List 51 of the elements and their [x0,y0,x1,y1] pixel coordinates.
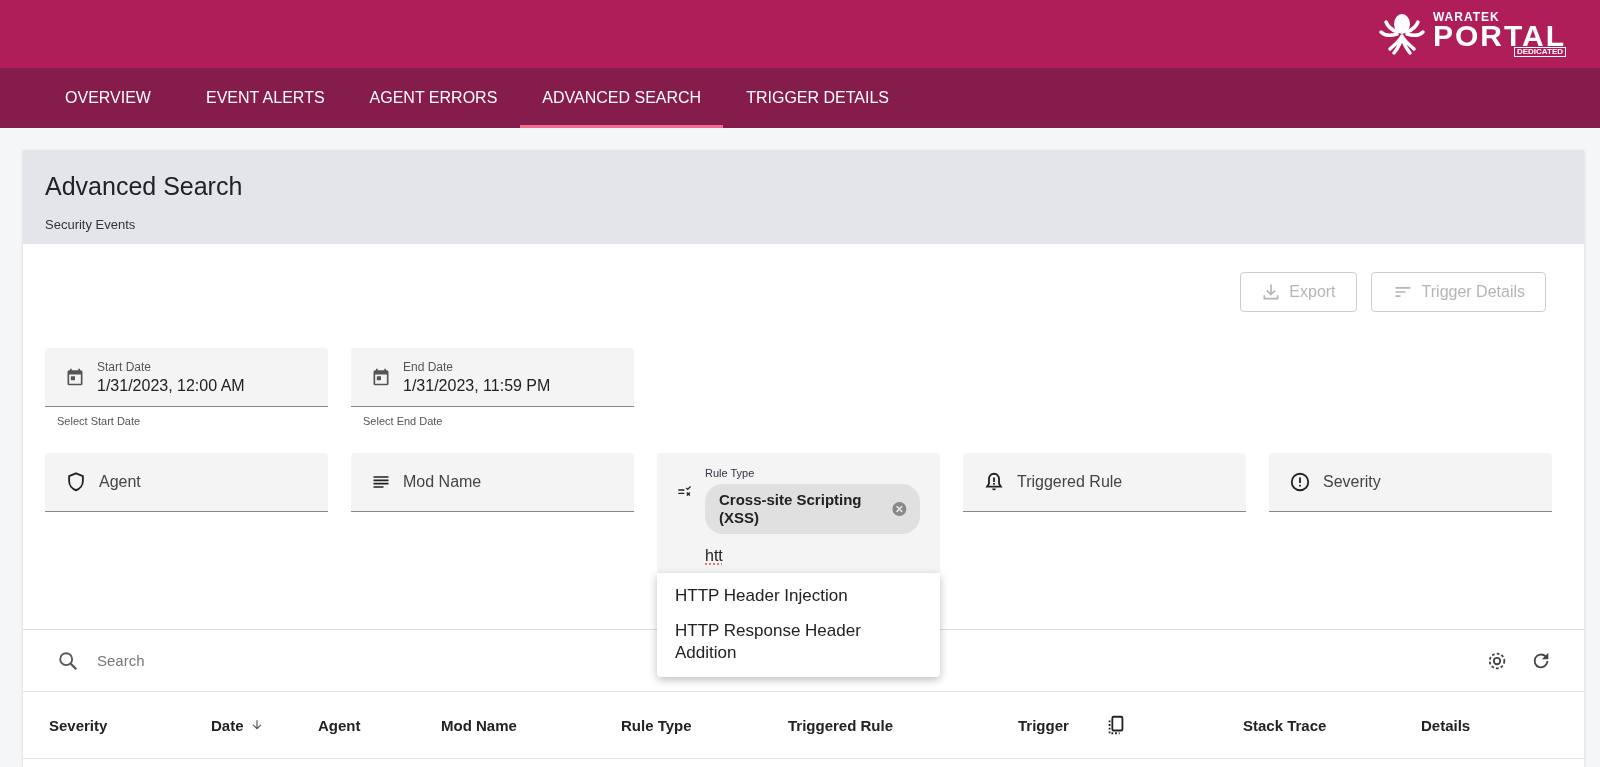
menu-option[interactable]: HTTP Header Injection [657,579,940,615]
calendar-icon [65,367,85,387]
field-label: Start Date [97,359,153,374]
chip-remove-icon[interactable] [891,500,908,518]
calendar-icon [371,367,391,387]
helper-text: Select Start Date [56,415,142,427]
column-header[interactable]: Severity [49,716,108,734]
logo-brand: WARATEK [1432,11,1500,23]
chip-label: Cross-site Scripting (XSS) [719,491,863,527]
page-subtitle: Security Events [45,217,137,232]
date-field[interactable]: End Date 1/31/2023, 11:59 PM [351,348,634,407]
logo-product: PORTAL [1432,23,1566,49]
filter-field[interactable]: Mod Name [351,453,634,512]
logo-edition: DEDICATED [1513,47,1566,57]
field-value: 1/31/2023, 11:59 PM [403,376,551,395]
filter-field[interactable]: Triggered Rule [963,453,1246,512]
column-header[interactable]: Triggered Rule [788,716,894,734]
page-title: Advanced Search [45,172,244,201]
filter-chip[interactable]: Cross-site Scripting (XSS) [705,484,920,534]
column-header[interactable]: Agent [318,716,361,734]
field-label: Triggered Rule [1017,473,1123,491]
column-header[interactable]: Stack Trace [1243,716,1327,734]
field-label: End Date [403,359,455,374]
field-label: Agent [99,473,141,491]
nav-tab[interactable]: TRIGGER DETAILS [724,68,911,128]
alert-icon [1289,471,1311,493]
field-value: 1/31/2023, 12:00 AM [97,376,245,395]
column-header[interactable]: Trigger [1018,716,1069,734]
download-icon [1261,282,1282,302]
bell-warning-icon [983,471,1005,493]
filter-field[interactable]: Agent [45,453,328,512]
column-header[interactable]: Details [1421,716,1471,734]
menu-option[interactable]: HTTP Response Header Addition [657,614,940,671]
nav-tab[interactable]: OVERVIEW [33,68,183,128]
field-label: Rule Type [705,467,756,479]
shield-icon [65,471,87,493]
search-field[interactable]: Search [97,652,397,669]
date-field[interactable]: Start Date 1/31/2023, 12:00 AM [45,348,328,407]
field-label: Mod Name [403,473,482,491]
search-icon [57,649,79,672]
column-header[interactable]: Date [211,716,244,734]
typed-text: htt [705,547,724,565]
nav-tab[interactable]: EVENT ALERTS [184,68,347,128]
filter-field[interactable]: Severity [1269,453,1552,512]
column-header[interactable]: Mod Name [441,716,517,734]
octopus-icon [1376,12,1427,56]
nav-tab[interactable]: AGENT ERRORS [347,68,520,128]
helper-text: Select End Date [362,415,444,427]
column-header[interactable]: Rule Type [621,716,692,734]
nav-tab[interactable]: ADVANCED SEARCH [520,68,724,128]
field-label: Severity [1323,473,1381,491]
